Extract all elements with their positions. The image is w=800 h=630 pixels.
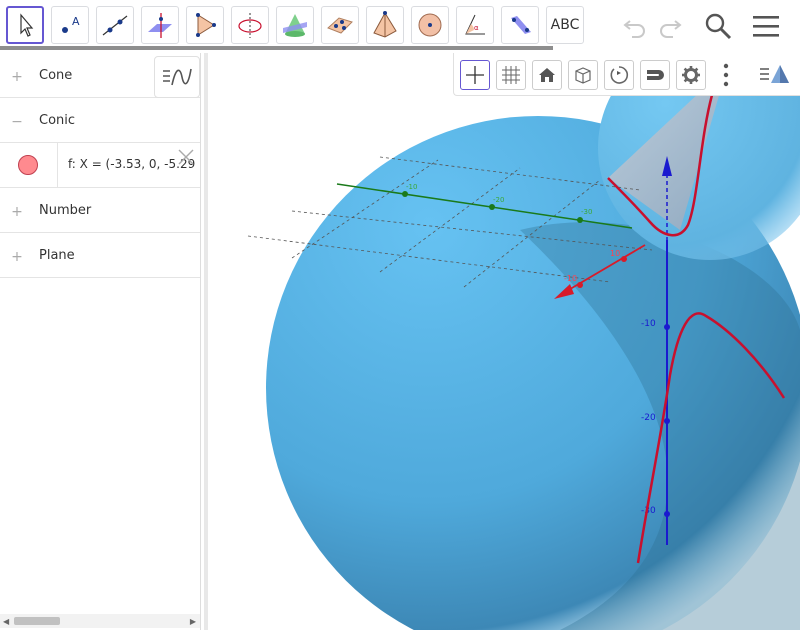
expand-icon[interactable]: + [10, 205, 24, 219]
algebra-view: + Cone − Conic f: X = (-3.53, 0, -5.29 +… [0, 53, 201, 630]
more-options-button[interactable] [718, 62, 734, 88]
scrollbar-thumb[interactable] [14, 617, 60, 625]
text-tool-button[interactable]: ABC [546, 6, 584, 44]
svg-text:α: α [474, 24, 479, 32]
plane-three-points-tool-button[interactable] [321, 6, 359, 44]
polygon-icon [196, 13, 216, 37]
sort-function-icon [163, 68, 192, 86]
z-tick-label: -10 [641, 319, 656, 329]
projection-button[interactable] [640, 60, 670, 90]
text-tool-label: ABC [550, 17, 580, 33]
polygon-tool-button[interactable] [186, 6, 224, 44]
y-tick-label: -10 [406, 183, 417, 191]
axes-icon [466, 66, 484, 84]
scroll-left-arrow-icon[interactable]: ◀ [3, 617, 9, 626]
reflect-plane-icon [511, 16, 531, 34]
show-axes-button[interactable] [460, 60, 490, 90]
graphics-style-bar [453, 53, 800, 96]
close-icon[interactable] [176, 147, 196, 167]
show-clipping-box-button[interactable] [568, 60, 598, 90]
angle-tool-button[interactable]: α [456, 6, 494, 44]
grid-icon [502, 66, 520, 84]
collapse-icon[interactable]: − [10, 115, 24, 129]
perspective-menu-button[interactable] [758, 61, 792, 89]
x-tick [577, 282, 583, 288]
search-icon [705, 13, 732, 40]
x-tick-label: 10 [610, 249, 620, 258]
cube-icon [575, 67, 591, 84]
move-tool-button[interactable] [6, 6, 44, 44]
gear-icon [682, 66, 700, 84]
pyramid-tool-button[interactable] [366, 6, 404, 44]
perpendicular-plane-icon [148, 13, 172, 38]
group-label: Cone [39, 68, 73, 83]
point-tool-button[interactable]: A [51, 6, 89, 44]
y-tick [402, 191, 408, 197]
group-label: Conic [39, 113, 76, 128]
undo-button[interactable] [617, 8, 653, 44]
show-grid-button[interactable] [496, 60, 526, 90]
toolbar-scrollbar[interactable] [0, 46, 553, 50]
hamburger-menu-icon [753, 16, 779, 37]
redo-icon [660, 20, 682, 38]
more-vertical-icon [723, 63, 729, 87]
perpendicular-tool-button[interactable] [141, 6, 179, 44]
algebra-group-number[interactable]: + Number [0, 188, 200, 233]
circle-axis-icon [238, 13, 262, 38]
z-tick-label: -20 [641, 413, 656, 423]
y-tick [489, 204, 495, 210]
z-tick [664, 418, 670, 424]
horizontal-scrollbar[interactable]: ◀ ▶ [0, 614, 200, 628]
z-tick [664, 324, 670, 330]
z-tick [664, 511, 670, 517]
algebra-group-conic[interactable]: − Conic [0, 98, 200, 143]
line-icon [102, 15, 128, 36]
graphics-canvas: -10 -20 -30 -10 -20 -30 10 -10 [247, 53, 800, 630]
angle-icon: α [465, 14, 485, 35]
glasses-projection-icon [647, 70, 664, 80]
x-tick-label: -10 [564, 274, 577, 283]
pyramid-icon [373, 11, 397, 38]
cone-surface-icon [283, 14, 307, 37]
undo-icon [623, 20, 645, 38]
cursor-icon [20, 13, 34, 37]
scroll-right-arrow-icon[interactable]: ▶ [190, 617, 196, 626]
group-label: Number [39, 203, 92, 218]
y-tick-label: -30 [581, 208, 592, 216]
redo-button[interactable] [652, 8, 688, 44]
graphics-3d-view[interactable]: -10 -20 -30 -10 -20 -30 10 -10 [208, 53, 800, 630]
visibility-toggle-icon[interactable] [18, 155, 38, 175]
algebra-group-plane[interactable]: + Plane [0, 233, 200, 278]
algebra-style-bar-button[interactable] [154, 56, 200, 98]
standard-view-button[interactable] [532, 60, 562, 90]
main-menu-button[interactable] [748, 8, 784, 44]
x-tick [621, 256, 627, 262]
reflect-plane-tool-button[interactable] [501, 6, 539, 44]
line-tool-button[interactable] [96, 6, 134, 44]
algebra-item-conic-f[interactable]: f: X = (-3.53, 0, -5.29 [0, 143, 200, 188]
graphics-settings-button[interactable] [676, 60, 706, 90]
rotate-icon [610, 66, 629, 84]
group-label: Plane [39, 248, 75, 263]
y-tick-label: -20 [493, 196, 504, 204]
visibility-cell [0, 143, 58, 188]
expand-icon[interactable]: + [10, 250, 24, 264]
home-icon [539, 68, 555, 82]
intersect-surfaces-tool-button[interactable] [276, 6, 314, 44]
toolbar: A α ABC [0, 0, 800, 52]
sphere-icon [418, 13, 442, 37]
rotate-view-button[interactable] [604, 60, 634, 90]
circle-axis-tool-button[interactable] [231, 6, 269, 44]
point-icon: A [62, 15, 80, 33]
plane-icon [327, 17, 353, 34]
expand-icon[interactable]: + [10, 70, 24, 84]
3d-view-icon [760, 65, 789, 83]
y-tick [577, 217, 583, 223]
search-button[interactable] [700, 8, 736, 44]
sphere-tool-button[interactable] [411, 6, 449, 44]
svg-text:A: A [72, 15, 80, 28]
